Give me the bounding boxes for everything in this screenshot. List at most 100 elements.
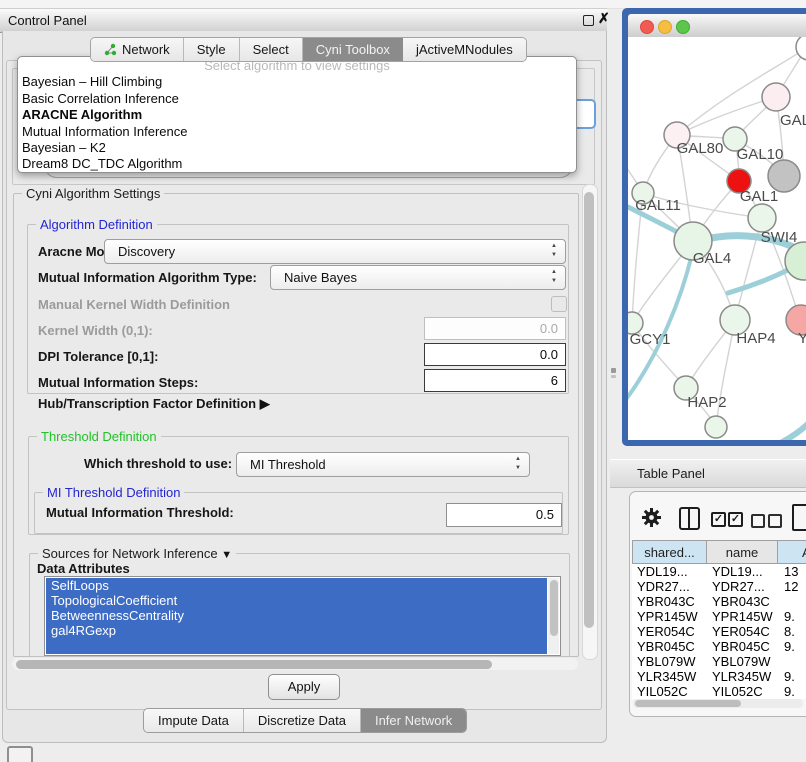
network-node-label: GAL10 bbox=[737, 146, 784, 163]
checked-checkbox-icon[interactable]: ✓ bbox=[711, 512, 726, 527]
settings-vscrollbar-thumb[interactable] bbox=[584, 192, 594, 628]
mi-threshold-title: MI Threshold Definition bbox=[43, 485, 184, 500]
network-node-bottom-green[interactable] bbox=[705, 416, 727, 438]
divider-grip[interactable] bbox=[611, 368, 616, 373]
tab-style[interactable]: Style bbox=[184, 38, 240, 61]
algorithm-option[interactable]: Bayesian – Hill Climbing bbox=[18, 74, 576, 90]
network-canvas[interactable]: GALGAL80GAL10GAL1GAL11SWI4GAL4GCY1HAP4YH… bbox=[628, 37, 806, 440]
tab-infer-network[interactable]: Infer Network bbox=[361, 709, 466, 732]
scrollbar-thumb[interactable] bbox=[550, 580, 558, 636]
dpi-tolerance-field[interactable]: 0.0 bbox=[424, 343, 566, 366]
kernel-width-field[interactable]: 0.0 bbox=[424, 317, 566, 340]
table-cell: YBR043C bbox=[637, 594, 695, 609]
data-attributes-list: SelfLoopsTopologicalCoefficientBetweenne… bbox=[44, 576, 561, 656]
document-icon[interactable] bbox=[792, 504, 806, 531]
sources-title[interactable]: Sources for Network Inference ▼ bbox=[38, 546, 236, 561]
algorithm-option[interactable]: Dream8 DC_TDC Algorithm bbox=[18, 156, 576, 172]
table-row[interactable]: YPR145WYPR145W9. bbox=[632, 609, 806, 624]
column-header-shared[interactable]: shared... bbox=[632, 540, 706, 564]
algorithm-option[interactable]: Basic Correlation Inference bbox=[18, 91, 576, 107]
network-edge-selected[interactable] bbox=[658, 419, 806, 440]
checked-checkbox-icon[interactable]: ✓ bbox=[728, 512, 743, 527]
table-row[interactable]: YLR345WYLR345W9. bbox=[632, 669, 806, 684]
network-node-label: HAP4 bbox=[736, 330, 775, 347]
screen: Control Panel ✗ Network Style Select Cyn… bbox=[0, 0, 806, 762]
table-cell: 9. bbox=[784, 639, 795, 654]
gear-icon[interactable] bbox=[641, 507, 662, 528]
which-threshold-combo[interactable]: MI Threshold ▲▼ bbox=[236, 452, 530, 477]
table-hscrollbar-thumb[interactable] bbox=[635, 700, 741, 707]
network-node-gal1[interactable] bbox=[748, 204, 776, 232]
table-cell: YDR27... bbox=[637, 579, 690, 594]
close-icon[interactable]: ✗ bbox=[598, 10, 610, 27]
algorithm-option[interactable]: ARACNE Algorithm bbox=[18, 107, 576, 123]
table-cell: YDL19... bbox=[712, 564, 763, 579]
tab-cyni-toolbox[interactable]: Cyni Toolbox bbox=[303, 38, 403, 61]
manual-kernel-checkbox[interactable] bbox=[551, 296, 567, 312]
table-cell: YER054C bbox=[637, 624, 695, 639]
table-row[interactable]: YIL052CYIL052C9. bbox=[632, 684, 806, 699]
tab-jactivemnodules[interactable]: jActiveMNodules bbox=[403, 38, 526, 61]
table-panel-title: Table Panel bbox=[637, 466, 705, 481]
network-window-titlebar bbox=[628, 14, 806, 38]
tab-network[interactable]: Network bbox=[91, 38, 184, 61]
table-row[interactable]: YBL079WYBL079W bbox=[632, 654, 806, 669]
network-edge[interactable] bbox=[677, 97, 776, 135]
manual-kernel-label: Manual Kernel Width Definition bbox=[38, 297, 230, 312]
control-panel-tabbar: Network Style Select Cyni Toolbox jActiv… bbox=[90, 37, 527, 62]
table-rows: YDL19...YDL19...13YDR27...YDR27...12YBR0… bbox=[632, 564, 806, 699]
table-row[interactable]: YBR045CYBR045C9. bbox=[632, 639, 806, 654]
mi-steps-field[interactable]: 6 bbox=[424, 369, 566, 392]
collapse-down-icon: ▼ bbox=[221, 549, 232, 561]
network-node-label: GAL bbox=[780, 112, 806, 129]
data-attribute-option[interactable]: BetweennessCentrality bbox=[46, 608, 547, 623]
table-row[interactable]: YDL19...YDL19...13 bbox=[632, 564, 806, 579]
aracne-mode-combo[interactable]: Discovery ▲▼ bbox=[104, 239, 566, 264]
divider-grip[interactable] bbox=[611, 375, 616, 378]
network-node-pink-upper[interactable] bbox=[762, 83, 790, 111]
algorithm-dropdown-popup: Select algorithm to view settings Bayesi… bbox=[17, 56, 577, 173]
mac-minimize-icon[interactable] bbox=[658, 20, 672, 34]
data-attribute-option[interactable]: TopologicalCoefficient bbox=[46, 593, 547, 608]
network-node-top-arc[interactable] bbox=[796, 37, 806, 60]
algorithm-option[interactable]: Mutual Information Inference bbox=[18, 124, 576, 140]
data-attribute-option[interactable]: gal4RGexp bbox=[46, 623, 547, 638]
network-node-label: SWI4 bbox=[761, 229, 798, 246]
column-header-name[interactable]: name bbox=[706, 540, 777, 564]
table-panel-titlebar: Table Panel bbox=[610, 459, 806, 488]
attributes-scrollbar[interactable] bbox=[548, 578, 559, 654]
table-row[interactable]: YDR27...YDR27...12 bbox=[632, 579, 806, 594]
stepper-icon: ▲▼ bbox=[551, 242, 557, 260]
tab-select[interactable]: Select bbox=[240, 38, 303, 61]
mi-type-combo[interactable]: Naive Bayes ▲▼ bbox=[270, 265, 566, 290]
mi-threshold-label: Mutual Information Threshold: bbox=[46, 505, 234, 520]
unchecked-checkbox-icon[interactable] bbox=[768, 514, 782, 528]
mi-threshold-field[interactable]: 0.5 bbox=[446, 503, 562, 527]
table-cell: YER054C bbox=[712, 624, 770, 639]
tab-network-label: Network bbox=[122, 38, 170, 61]
algorithm-option[interactable]: Bayesian – K2 bbox=[18, 140, 576, 156]
mac-zoom-icon[interactable] bbox=[676, 20, 690, 34]
table-cell: 9. bbox=[784, 669, 795, 684]
float-window-icon[interactable] bbox=[583, 15, 594, 26]
table-row[interactable]: YBR043CYBR043C bbox=[632, 594, 806, 609]
mac-close-icon[interactable] bbox=[640, 20, 654, 34]
unchecked-checkbox-icon[interactable] bbox=[751, 514, 765, 528]
apply-button[interactable]: Apply bbox=[268, 674, 340, 700]
network-node-label: Y bbox=[798, 330, 806, 347]
network-node-label: GAL1 bbox=[740, 188, 778, 205]
settings-hscrollbar-thumb[interactable] bbox=[16, 660, 492, 669]
columns-icon[interactable] bbox=[679, 507, 700, 530]
table-cell: YLR345W bbox=[712, 669, 771, 684]
stepper-icon: ▲▼ bbox=[551, 268, 557, 286]
table-cell: 9. bbox=[784, 684, 795, 699]
column-header-clipped[interactable]: A bbox=[777, 540, 806, 564]
tab-impute-data[interactable]: Impute Data bbox=[144, 709, 244, 732]
dock-panel-icon[interactable] bbox=[7, 746, 33, 762]
tab-discretize-data[interactable]: Discretize Data bbox=[244, 709, 361, 732]
data-attribute-option[interactable]: SelfLoops bbox=[46, 578, 547, 593]
table-cell: YIL052C bbox=[712, 684, 763, 699]
hub-definition-toggle[interactable]: Hub/Transcription Factor Definition ▶ bbox=[38, 396, 270, 412]
table-cell: YBR045C bbox=[712, 639, 770, 654]
table-row[interactable]: YER054CYER054C8. bbox=[632, 624, 806, 639]
